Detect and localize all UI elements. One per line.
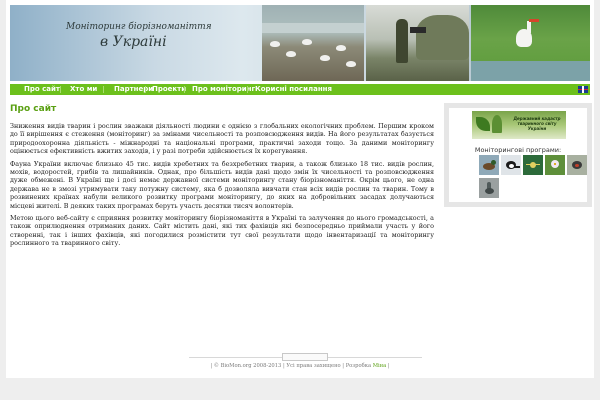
- developer-link[interactable]: Міна: [373, 363, 387, 369]
- footer: | © BioMon.org 2008-2013 | Усі права зах…: [6, 363, 594, 369]
- programs-label: Моніторингові програми:: [474, 146, 562, 154]
- nav-item-partners[interactable]: Партнери: [114, 84, 153, 95]
- birdwatcher-photo: [366, 5, 469, 81]
- search-input[interactable]: [282, 353, 328, 361]
- footer-trailing: |: [386, 363, 390, 369]
- stork-photo: [471, 5, 590, 81]
- nav-item-who-we-are[interactable]: Хто ми: [70, 84, 97, 95]
- fern-icon: [492, 115, 502, 133]
- nav-item-projects[interactable]: Проекти: [152, 84, 186, 95]
- cadastre-text: Державний кадастр тваринного світу Украї…: [513, 116, 561, 131]
- paragraph: Фауна України включає близько 45 тис. ви…: [10, 159, 434, 210]
- main-nav: Про сайт Хто ми Партнери Проекти Про мон…: [10, 84, 590, 95]
- cadastre-banner-link[interactable]: Державний кадастр тваринного світу Украї…: [472, 111, 566, 139]
- paragraph: Метою цього веб-сайту є сприяння розвитк…: [10, 214, 434, 248]
- bird-icon[interactable]: [567, 155, 587, 175]
- flower-icon[interactable]: [545, 155, 565, 175]
- copyright-text: | © BioMon.org 2008-2013 | Усі права зах…: [210, 363, 372, 369]
- nav-item-about[interactable]: Про сайт: [24, 84, 60, 95]
- sidebar: Державний кадастр тваринного світу Украї…: [444, 103, 592, 207]
- nav-item-useful-links[interactable]: Корисні посилання: [255, 84, 332, 95]
- leaf-icon: [476, 117, 490, 131]
- nav-item-about-monitoring[interactable]: Про моніторинг: [192, 84, 255, 95]
- spider-icon[interactable]: [523, 155, 543, 175]
- paragraph: Зниження видів тварин і рослин зважаки д…: [10, 122, 434, 156]
- page-title: Про сайт: [10, 104, 57, 114]
- header-banner: Моніторинг біорізноманіття в Україні: [10, 5, 590, 81]
- duck-icon[interactable]: [479, 155, 499, 175]
- site-title-line1: Моніторинг біорізноманіття: [66, 22, 212, 32]
- magpie-icon[interactable]: [501, 155, 521, 175]
- heron-icon[interactable]: [479, 178, 499, 198]
- page: Моніторинг біорізноманіття в Україні Про…: [6, 0, 594, 378]
- main-content: Зниження видів тварин і рослин зважаки д…: [10, 122, 434, 252]
- uk-flag-icon[interactable]: [578, 86, 588, 93]
- gulls-photo: [262, 5, 364, 81]
- sidebar-panel: Державний кадастр тваринного світу Украї…: [449, 108, 587, 202]
- site-title-line2: в Україні: [100, 34, 167, 50]
